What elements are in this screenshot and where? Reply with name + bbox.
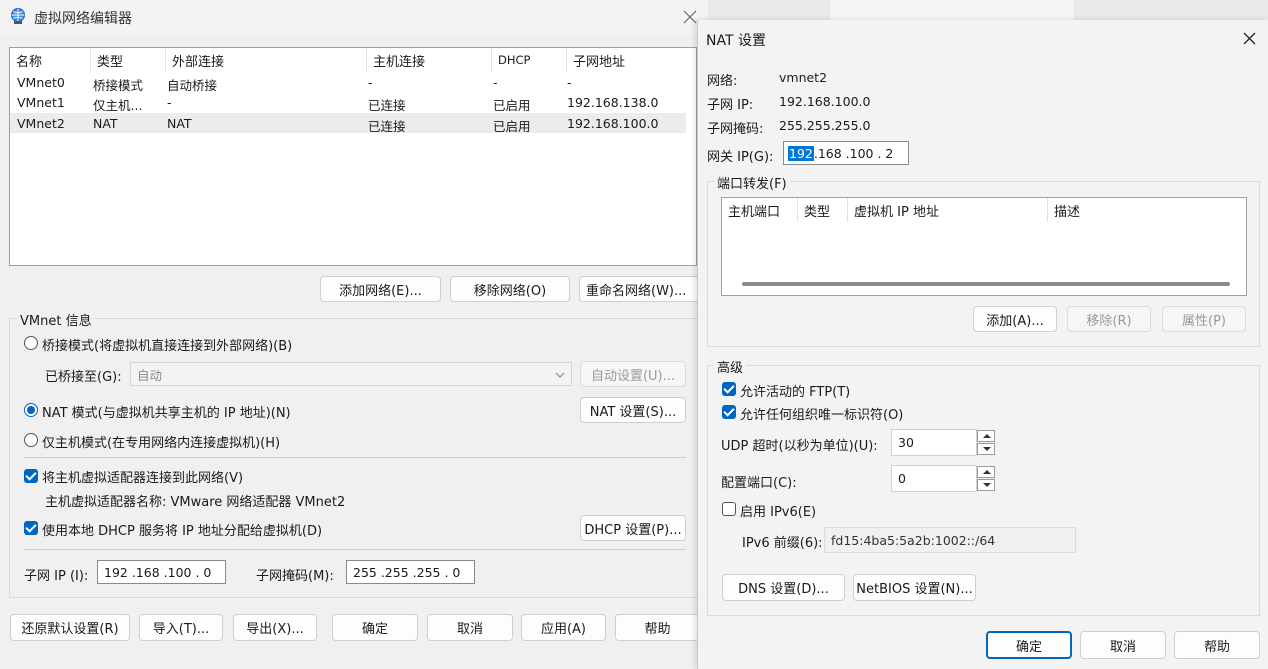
column-header-type[interactable]: 类型 [91,48,166,72]
network-globe-icon [11,8,25,24]
table-row[interactable]: VMnet1 仅主机... - 已连接 已启用 192.168.138.0 [10,92,686,113]
allow-oui-checkbox[interactable] [722,405,736,419]
udp-timeout-label: UDP 超时(以秒为单位)(U): [721,439,878,454]
connect-adapter-label[interactable]: 将主机虚拟适配器连接到此网络(V) [42,467,243,486]
apply-button[interactable]: 应用(A) [521,614,606,641]
column-header-dhcp[interactable]: DHCP [492,48,567,72]
bridged-mode-label[interactable]: 桥接模式(将虚拟机直接连接到外部网络)(B) [42,335,292,354]
rename-network-button[interactable]: 重命名网络(W)... [579,276,699,302]
column-header-external[interactable]: 外部连接 [166,48,367,72]
allow-oui-label[interactable]: 允许任何组织唯一标识符(O) [740,404,903,423]
ok-button[interactable]: 确定 [332,614,418,641]
subnet-ip-input[interactable]: 192 .168 .100 . 0 [97,560,226,584]
port-forwarding-label: 端口转发(F) [714,173,790,192]
column-header-description[interactable]: 描述 [1048,198,1246,222]
udp-timeout-stepper[interactable] [977,430,997,456]
dialog-title: NAT 设置 [706,33,766,49]
cancel-button[interactable]: 取消 [427,614,513,641]
background-window [830,0,1074,20]
subnet-mask-value: 255.255.255.0 [779,118,871,133]
udp-timeout-input[interactable]: 30 [891,429,977,456]
restore-defaults-button[interactable]: 还原默认设置(R) [10,614,130,641]
nat-ok-button[interactable]: 确定 [986,631,1072,659]
dhcp-settings-button[interactable]: DHCP 设置(P)... [580,515,686,541]
connect-adapter-checkbox[interactable] [24,469,38,483]
port-forwarding-list[interactable]: 主机端口 类型 虚拟机 IP 地址 描述 [721,197,1247,296]
export-button[interactable]: 导出(X)... [233,614,317,641]
column-header-type[interactable]: 类型 [798,198,848,222]
vmnet-info-group [9,318,699,598]
bridged-mode-radio[interactable] [24,336,38,350]
allow-ftp-checkbox[interactable] [722,382,736,396]
config-port-input[interactable]: 0 [891,465,977,492]
close-icon[interactable] [683,10,697,24]
spin-down-icon[interactable] [977,443,995,455]
window-title: 虚拟网络编辑器 [34,11,132,27]
spin-down-icon[interactable] [977,479,995,491]
column-header-host[interactable]: 主机连接 [367,48,492,72]
subnet-mask-label: 子网掩码(M): [256,569,334,584]
gateway-selected-octet: 192 [788,145,814,161]
add-network-button[interactable]: 添加网络(E)... [320,276,441,302]
nat-help-button[interactable]: 帮助 [1174,631,1260,659]
column-header-vm-ip[interactable]: 虚拟机 IP 地址 [848,198,1048,222]
spin-up-icon[interactable] [977,430,995,442]
column-header-name[interactable]: 名称 [10,48,91,72]
subnet-mask-input[interactable]: 255 .255 .255 . 0 [346,560,475,584]
remove-network-button[interactable]: 移除网络(O) [450,276,570,302]
nat-cancel-button[interactable]: 取消 [1080,631,1166,659]
table-row-selected[interactable]: VMnet2 NAT NAT 已连接 已启用 192.168.100.0 [10,113,686,134]
allow-ftp-label[interactable]: 允许活动的 FTP(T) [740,381,850,400]
host-only-mode-label[interactable]: 仅主机模式(在专用网络内连接虚拟机)(H) [42,432,280,451]
column-header-host-port[interactable]: 主机端口 [722,198,798,222]
enable-ipv6-checkbox[interactable] [722,502,736,516]
table-row[interactable]: VMnet0 桥接模式 自动桥接 - - - [10,72,686,93]
ipv6-prefix-label: IPv6 前缀(6): [742,536,823,551]
virtual-network-editor-window: 虚拟网络编辑器 名称 类型 外部连接 主机连接 DHCP 子网地址 VMnet0… [0,0,708,669]
netbios-settings-button[interactable]: NetBIOS 设置(N)... [853,574,976,601]
network-value: vmnet2 [779,70,828,85]
use-dhcp-label[interactable]: 使用本地 DHCP 服务将 IP 地址分配给虚拟机(D) [42,520,322,539]
enable-ipv6-label[interactable]: 启用 IPv6(E) [740,501,816,520]
subnet-ip-label: 子网 IP (I): [24,569,89,584]
horizontal-scrollbar[interactable] [742,282,1230,286]
subnet-ip-value: 192.168.100.0 [779,94,871,109]
column-header-subnet[interactable]: 子网地址 [567,48,696,72]
title-bar: 虚拟网络编辑器 [0,0,708,34]
bridged-to-label: 已桥接至(G): [45,370,122,385]
bridged-to-select[interactable]: 自动 [130,362,572,386]
nat-mode-radio[interactable] [24,403,38,417]
chevron-down-icon [555,372,565,378]
adapter-name-label: 主机虚拟适配器名称: VMware 网络适配器 VMnet2 [45,495,346,510]
gateway-ip-input[interactable]: 192 .168 .100 . 2 [783,141,909,165]
advanced-label: 高级 [714,357,747,376]
nat-settings-button[interactable]: NAT 设置(S)... [580,397,686,423]
host-only-mode-radio[interactable] [24,433,38,447]
config-port-label: 配置端口(C): [721,476,797,491]
help-button[interactable]: 帮助 [615,614,700,641]
close-icon[interactable] [1243,32,1256,45]
vmnet-info-label: VMnet 信息 [17,310,95,329]
divider [23,549,686,550]
nat-mode-label[interactable]: NAT 模式(与虚拟机共享主机的 IP 地址)(N) [42,402,291,421]
remove-port-button[interactable]: 移除(R) [1067,306,1151,332]
subnet-mask-label: 子网掩码: [707,122,764,137]
nat-settings-dialog: NAT 设置 网络: vmnet2 子网 IP: 192.168.100.0 子… [697,20,1268,669]
use-dhcp-checkbox[interactable] [24,521,38,535]
spin-up-icon[interactable] [977,466,995,478]
gateway-ip-label: 网关 IP(G): [707,150,774,165]
dns-settings-button[interactable]: DNS 设置(D)... [722,574,845,601]
port-properties-button[interactable]: 属性(P) [1162,306,1246,332]
auto-settings-button[interactable]: 自动设置(U)... [580,361,686,387]
subnet-ip-label: 子网 IP: [707,98,754,113]
network-label: 网络: [707,74,738,89]
ipv6-prefix-input[interactable]: fd15:4ba5:5a2b:1002::/64 [824,527,1076,553]
import-button[interactable]: 导入(T)... [139,614,223,641]
divider [23,457,686,458]
network-list[interactable]: 名称 类型 外部连接 主机连接 DHCP 子网地址 VMnet0 桥接模式 自动… [9,47,697,266]
add-port-button[interactable]: 添加(A)... [973,306,1057,332]
config-port-stepper[interactable] [977,466,997,492]
